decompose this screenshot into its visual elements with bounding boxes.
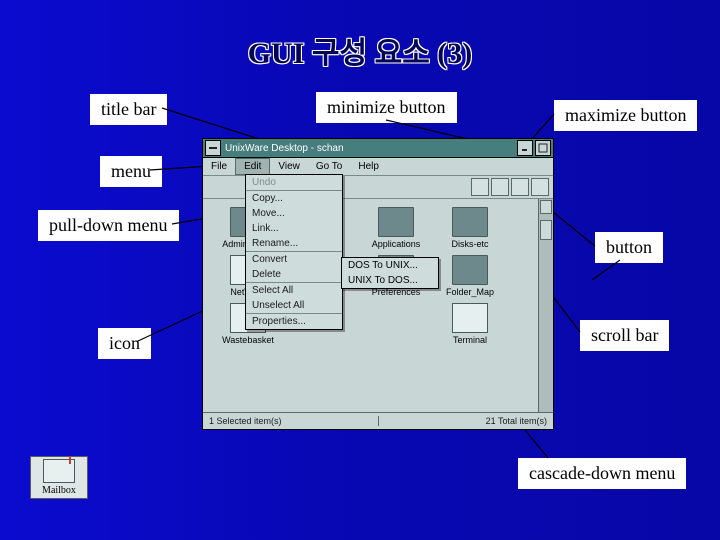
- menu-edit[interactable]: Edit: [235, 158, 270, 175]
- desktop-icon[interactable]: Disks-etc: [433, 207, 507, 249]
- toolbar-button[interactable]: [531, 178, 549, 196]
- scroll-thumb[interactable]: [540, 220, 552, 240]
- terminal-icon: [452, 303, 488, 333]
- callout-pulldown-menu: pull-down menu: [38, 210, 179, 241]
- mailbox-desktop-icon[interactable]: Mailbox: [30, 456, 88, 499]
- desktop-icon[interactable]: Applications: [359, 207, 433, 249]
- callout-scroll-bar: scroll bar: [580, 320, 669, 351]
- menu-item-rename[interactable]: Rename...: [246, 236, 342, 251]
- callout-minimize-button: minimize button: [316, 92, 457, 123]
- menu-file[interactable]: File: [203, 158, 235, 175]
- menu-item-delete[interactable]: Delete: [246, 267, 342, 282]
- menu-item-properties[interactable]: Properties...: [246, 313, 342, 329]
- submenu-unix-to-dos[interactable]: UNIX To DOS...: [342, 273, 438, 288]
- callout-title-bar: title bar: [90, 94, 167, 125]
- folder-icon: [452, 207, 488, 237]
- callout-button: button: [595, 232, 663, 263]
- toolbar-button[interactable]: [491, 178, 509, 196]
- menu-item-link[interactable]: Link...: [246, 221, 342, 236]
- status-selected: 1 Selected item(s): [203, 416, 379, 426]
- menu-item-undo[interactable]: Undo: [246, 175, 342, 190]
- maximize-button[interactable]: [535, 140, 551, 156]
- callout-menu: menu: [100, 156, 162, 187]
- window-title: UnixWare Desktop - schan: [225, 143, 515, 154]
- mailbox-label: Mailbox: [42, 485, 76, 496]
- app-window: UnixWare Desktop - schan File Edit View …: [202, 138, 554, 430]
- callout-cascade-down-menu: cascade-down menu: [518, 458, 686, 489]
- folder-icon: [378, 207, 414, 237]
- menu-item-unselect-all[interactable]: Unselect All: [246, 298, 342, 313]
- system-menu-button[interactable]: [205, 140, 221, 156]
- folder-icon: [452, 255, 488, 285]
- menu-goto[interactable]: Go To: [308, 158, 351, 175]
- vertical-scrollbar[interactable]: [538, 199, 553, 413]
- submenu-dos-to-unix[interactable]: DOS To UNIX...: [342, 258, 438, 273]
- menu-item-move[interactable]: Move...: [246, 206, 342, 221]
- title-bar[interactable]: UnixWare Desktop - schan: [203, 139, 553, 158]
- menu-item-copy[interactable]: Copy...: [246, 190, 342, 206]
- minimize-button[interactable]: [517, 140, 533, 156]
- menu-view[interactable]: View: [270, 158, 308, 175]
- desktop-icon[interactable]: Folder_Map: [433, 255, 507, 297]
- toolbar-button[interactable]: [511, 178, 529, 196]
- toolbar-button[interactable]: [471, 178, 489, 196]
- menu-help[interactable]: Help: [350, 158, 387, 175]
- desktop-icon[interactable]: Terminal: [433, 303, 507, 345]
- cascade-menu[interactable]: DOS To UNIX... UNIX To DOS...: [341, 257, 439, 289]
- status-bar: 1 Selected item(s) 21 Total item(s): [203, 412, 553, 429]
- slide-title: GUI 구성 요소 (3): [0, 28, 720, 72]
- scroll-up-arrow[interactable]: [540, 200, 552, 214]
- callout-icon: icon: [98, 328, 151, 359]
- pulldown-menu[interactable]: Undo Copy... Move... Link... Rename... C…: [245, 174, 343, 330]
- menu-item-select-all[interactable]: Select All: [246, 282, 342, 298]
- menu-item-convert[interactable]: Convert: [246, 251, 342, 267]
- mailbox-icon: [43, 459, 75, 483]
- status-total: 21 Total item(s): [379, 416, 554, 426]
- callout-maximize-button: maximize button: [554, 100, 697, 131]
